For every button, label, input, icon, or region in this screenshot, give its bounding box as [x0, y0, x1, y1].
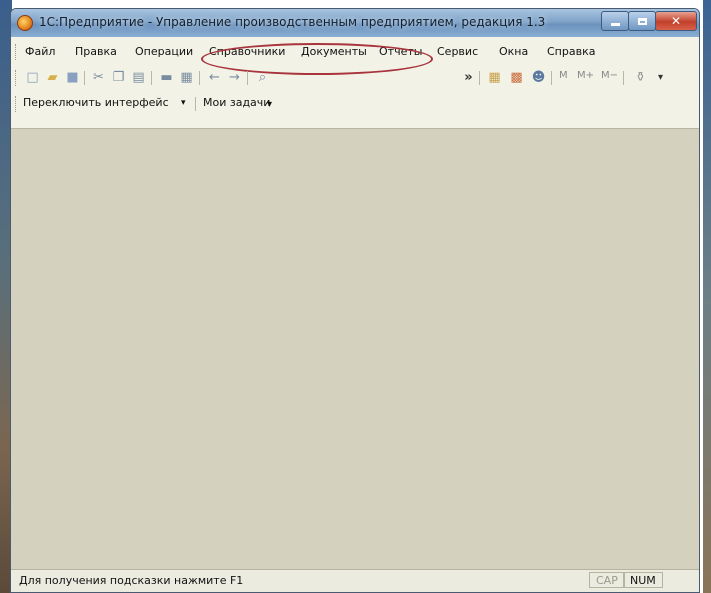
toolbar-separator [247, 71, 248, 85]
caps-lock-indicator: CAP [589, 572, 625, 588]
toolbar-grip[interactable] [15, 70, 19, 86]
status-bar: Для получения подсказки нажмите F1 CAP N… [11, 569, 699, 592]
toolbar-separator [195, 97, 196, 111]
app-window: 1С:Предприятие - Управление производстве… [10, 8, 700, 593]
menu-grip[interactable] [15, 44, 19, 60]
maximize-icon [637, 17, 647, 25]
minimize-icon [610, 22, 620, 26]
menu-edit[interactable]: Правка [75, 45, 117, 58]
close-icon: ✕ [670, 14, 682, 28]
menu-operations[interactable]: Операции [135, 45, 193, 58]
toolbar-separator [84, 71, 85, 85]
chevron-down-icon[interactable]: ▾ [267, 99, 272, 110]
toolbar-separator [623, 71, 624, 85]
paste-icon[interactable]: ▤ [131, 70, 146, 85]
calendar-icon[interactable]: ▩ [509, 70, 524, 85]
forward-arrow-icon[interactable]: → [227, 70, 242, 85]
main-workspace[interactable] [11, 129, 699, 570]
search-icon[interactable]: ⌕ [255, 70, 270, 85]
save-icon[interactable]: ■ [65, 70, 80, 85]
maximize-button[interactable] [628, 11, 656, 31]
status-hint: Для получения подсказки нажмите F1 [19, 574, 244, 587]
title-bar[interactable]: 1С:Предприятие - Управление производстве… [11, 9, 699, 38]
cut-icon[interactable]: ✂ [91, 70, 106, 85]
print-preview-icon[interactable]: ▦ [179, 70, 194, 85]
toolbar-overflow-icon[interactable]: » [461, 70, 476, 85]
menu-help[interactable]: Справка [547, 45, 595, 58]
interface-toolbar-grip[interactable] [15, 96, 19, 112]
window-title: 1С:Предприятие - Управление производстве… [39, 15, 546, 29]
calculator-icon[interactable]: ▦ [487, 70, 502, 85]
standard-toolbar: □ ▰ ■ ✂ ❐ ▤ ▬ ▦ ← → ⌕ » ▦ ▩ ☻ M M+ M− ⚱ [11, 67, 699, 89]
new-document-icon[interactable]: □ [25, 70, 40, 85]
open-folder-icon[interactable]: ▰ [45, 70, 60, 85]
toolbar-separator [551, 71, 552, 85]
memory-plus-button[interactable]: M+ [577, 70, 594, 81]
toolbar-separator [479, 71, 480, 85]
app-logo-icon[interactable] [17, 15, 33, 31]
glass-icon[interactable]: ⚱ [633, 70, 648, 85]
users-icon[interactable]: ☻ [531, 70, 546, 85]
my-tasks-button[interactable]: Мои задачи [203, 96, 270, 109]
close-button[interactable]: ✕ [655, 11, 697, 31]
menu-file[interactable]: Файл [25, 45, 55, 58]
back-arrow-icon[interactable]: ← [207, 70, 222, 85]
print-icon[interactable]: ▬ [159, 70, 174, 85]
toolbar-separator [199, 71, 200, 85]
switch-interface-dropdown-icon[interactable]: ▾ [181, 98, 186, 108]
interface-toolbar: Переключить интерфейс ▾ Мои задачи ▾ [11, 93, 699, 115]
copy-icon[interactable]: ❐ [111, 70, 126, 85]
memory-minus-button[interactable]: M− [601, 70, 618, 81]
minimize-button[interactable] [601, 11, 629, 31]
switch-interface-button[interactable]: Переключить интерфейс [23, 96, 169, 109]
menu-service[interactable]: Сервис [437, 45, 478, 58]
chevron-down-icon[interactable]: ▾ [653, 70, 668, 85]
desktop-background-right [703, 0, 711, 593]
menu-windows[interactable]: Окна [499, 45, 528, 58]
memory-button[interactable]: M [559, 70, 568, 81]
num-lock-indicator: NUM [623, 572, 663, 588]
command-area: Файл Правка Операции Справочники Докумен… [11, 37, 699, 129]
toolbar-separator [151, 71, 152, 85]
